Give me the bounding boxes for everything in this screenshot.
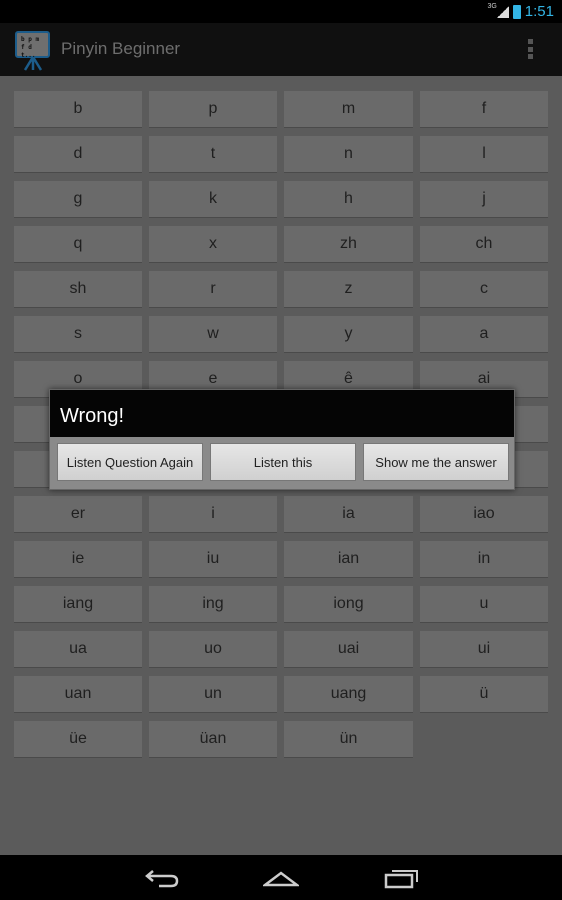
battery-charging-icon xyxy=(512,4,521,19)
pinyin-key[interactable]: h xyxy=(284,181,413,218)
pinyin-key[interactable]: l xyxy=(420,136,548,173)
dialog-title: Wrong! xyxy=(50,390,514,437)
pinyin-key[interactable]: a xyxy=(420,316,548,353)
navigation-bar xyxy=(0,855,562,900)
listen-question-again-button[interactable]: Listen Question Again xyxy=(57,443,203,481)
pinyin-key[interactable]: iong xyxy=(284,586,413,623)
network-type: 3G xyxy=(487,3,497,10)
pinyin-key[interactable]: b xyxy=(14,91,142,128)
pinyin-key[interactable]: er xyxy=(14,496,142,533)
pinyin-key[interactable]: ua xyxy=(14,631,142,668)
pinyin-key[interactable]: n xyxy=(284,136,413,173)
action-bar: b p mf d t... Pinyin Beginner xyxy=(0,23,562,76)
pinyin-key[interactable]: s xyxy=(14,316,142,353)
pinyin-key[interactable]: p xyxy=(149,91,277,128)
pinyin-key[interactable]: ui xyxy=(420,631,548,668)
pinyin-key[interactable]: r xyxy=(149,271,277,308)
pinyin-key[interactable]: d xyxy=(14,136,142,173)
pinyin-key[interactable]: u xyxy=(420,586,548,623)
recent-apps-icon[interactable] xyxy=(384,867,420,889)
pinyin-key[interactable]: x xyxy=(149,226,277,263)
pinyin-key[interactable]: g xyxy=(14,181,142,218)
logo-text: b p m xyxy=(21,36,40,43)
pinyin-key[interactable]: iang xyxy=(14,586,142,623)
pinyin-key[interactable]: üe xyxy=(14,721,142,758)
app-title: Pinyin Beginner xyxy=(61,39,181,58)
pinyin-key[interactable]: in xyxy=(420,541,548,578)
pinyin-key[interactable]: ie xyxy=(14,541,142,578)
pinyin-key[interactable]: iu xyxy=(149,541,277,578)
pinyin-key[interactable]: uo xyxy=(149,631,277,668)
pinyin-key[interactable]: k xyxy=(149,181,277,218)
listen-this-button[interactable]: Listen this xyxy=(210,443,356,481)
back-icon[interactable] xyxy=(145,867,179,889)
home-icon[interactable] xyxy=(263,867,299,889)
pinyin-key[interactable]: t xyxy=(149,136,277,173)
pinyin-key[interactable]: i xyxy=(149,496,277,533)
pinyin-key[interactable]: z xyxy=(284,271,413,308)
pinyin-key[interactable]: uang xyxy=(284,676,413,713)
pinyin-key[interactable]: q xyxy=(14,226,142,263)
pinyin-key[interactable]: uan xyxy=(14,676,142,713)
pinyin-key[interactable]: uai xyxy=(284,631,413,668)
pinyin-key[interactable]: f xyxy=(420,91,548,128)
pinyin-key[interactable]: m xyxy=(284,91,413,128)
pinyin-key[interactable]: ing xyxy=(149,586,277,623)
pinyin-key[interactable]: y xyxy=(284,316,413,353)
pinyin-key[interactable]: sh xyxy=(14,271,142,308)
pinyin-key[interactable]: ch xyxy=(420,226,548,263)
pinyin-key[interactable]: ü xyxy=(420,676,548,713)
pinyin-key[interactable]: iao xyxy=(420,496,548,533)
signal-icon xyxy=(496,5,509,18)
pinyin-key[interactable]: zh xyxy=(284,226,413,263)
pinyin-key[interactable]: ün xyxy=(284,721,413,758)
result-dialog: Wrong! Listen Question Again Listen this… xyxy=(49,389,515,490)
pinyin-key[interactable]: j xyxy=(420,181,548,218)
pinyin-key[interactable]: ian xyxy=(284,541,413,578)
overflow-menu-icon[interactable] xyxy=(528,39,534,59)
pinyin-key[interactable]: w xyxy=(149,316,277,353)
show-answer-button[interactable]: Show me the answer xyxy=(363,443,509,481)
pinyin-key[interactable]: un xyxy=(149,676,277,713)
clock: 1:51 xyxy=(524,3,554,20)
pinyin-key[interactable]: c xyxy=(420,271,548,308)
status-bar: 3G 1:51 xyxy=(0,0,562,23)
pinyin-key[interactable]: ia xyxy=(284,496,413,533)
app-logo[interactable]: b p mf d t... xyxy=(15,31,50,71)
pinyin-key[interactable]: üan xyxy=(149,721,277,758)
